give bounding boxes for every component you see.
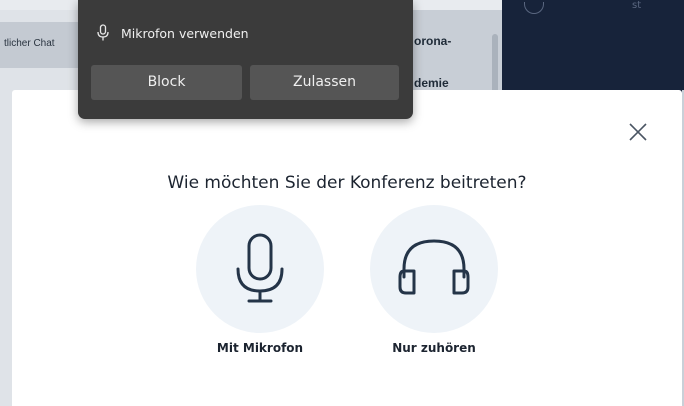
background-text-line-1: orona- xyxy=(414,34,452,48)
background-chat-tab-label: tlicher Chat xyxy=(4,38,55,49)
headphones-icon xyxy=(398,239,470,295)
join-with-microphone-label[interactable]: Mit Mikrofon xyxy=(180,341,340,355)
join-with-microphone-button[interactable] xyxy=(196,205,324,333)
join-conference-dialog xyxy=(12,90,682,406)
block-button[interactable]: Block xyxy=(91,65,242,100)
permission-message: Mikrofon verwenden xyxy=(121,25,249,41)
allow-button[interactable]: Zulassen xyxy=(250,65,399,100)
listen-only-label[interactable]: Nur zuhören xyxy=(354,341,514,355)
microphone-icon xyxy=(97,24,109,41)
microphone-icon xyxy=(236,233,284,303)
dialog-title: Wie möchten Sie der Konferenz beitreten? xyxy=(167,173,527,193)
background-dark-panel: st xyxy=(502,0,684,94)
background-text-line-2: demie xyxy=(414,76,449,90)
listen-only-button[interactable] xyxy=(370,205,498,333)
microphone-permission-prompt: Mikrofon verwenden Block Zulassen xyxy=(78,0,413,119)
close-icon[interactable] xyxy=(628,122,648,142)
permission-request-row: Mikrofon verwenden xyxy=(96,23,249,43)
background-user-icon xyxy=(524,2,544,14)
background-scrollbar xyxy=(492,34,498,94)
background-dark-text: st xyxy=(632,0,642,11)
